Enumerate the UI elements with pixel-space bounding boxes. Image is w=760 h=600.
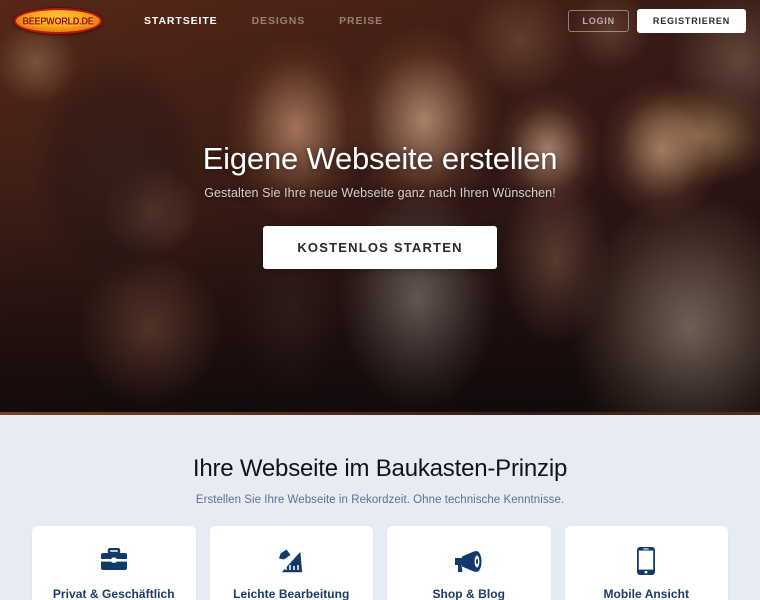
feature-card-shop-blog[interactable]: Shop & Blog	[387, 526, 551, 600]
beepworld-oval-logo[interactable]: BEEPWORLD.DE	[14, 8, 102, 34]
features-section: Ihre Webseite im Baukasten-Prinzip Erste…	[0, 415, 760, 600]
navbar: BEEPWORLD.DE STARTSEITE DESIGNS PREISE L…	[0, 0, 760, 42]
feature-card-label: Leichte Bearbeitung	[233, 587, 350, 600]
mobile-phone-icon	[636, 544, 656, 578]
feature-card-label: Mobile Ansicht	[603, 587, 690, 600]
login-button[interactable]: LOGIN	[568, 10, 629, 32]
kostenlos-starten-button[interactable]: KOSTENLOS STARTEN	[263, 226, 497, 270]
nav-item-preise[interactable]: PREISE	[339, 15, 383, 27]
hero-subtitle: Gestalten Sie Ihre neue Webseite ganz na…	[204, 186, 556, 201]
feature-card-label: Shop & Blog	[432, 587, 506, 600]
feature-card-list: Privat & Geschäftlich Leichte Bearbeitun…	[0, 526, 760, 600]
pencil-ruler-icon	[277, 544, 305, 578]
briefcase-icon	[100, 544, 128, 578]
landing-page: BEEPWORLD.DE STARTSEITE DESIGNS PREISE L…	[0, 0, 760, 600]
feature-card-mobile-ansicht[interactable]: Mobile Ansicht	[564, 526, 728, 600]
hero-title: Eigene Webseite erstellen	[202, 141, 558, 176]
register-button[interactable]: REGISTRIEREN	[636, 9, 746, 33]
features-subtitle: Erstellen Sie Ihre Webseite in Rekordzei…	[195, 494, 565, 506]
nav-links: STARTSEITE DESIGNS PREISE	[144, 15, 383, 27]
nav-item-startseite[interactable]: STARTSEITE	[144, 15, 218, 27]
nav-item-designs[interactable]: DESIGNS	[252, 15, 306, 27]
hero-content: Eigene Webseite erstellen Gestalten Sie …	[0, 0, 760, 415]
megaphone-icon	[453, 544, 485, 578]
logo-text: BEEPWORLD.DE	[22, 15, 94, 27]
feature-card-leichte-bearbeitung[interactable]: Leichte Bearbeitung	[209, 526, 373, 600]
hero-section: BEEPWORLD.DE STARTSEITE DESIGNS PREISE L…	[0, 0, 760, 415]
features-title: Ihre Webseite im Baukasten-Prinzip	[192, 455, 568, 482]
feature-card-privat-geschaeftlich[interactable]: Privat & Geschäftlich	[32, 526, 196, 600]
feature-card-label: Privat & Geschäftlich	[52, 587, 175, 600]
nav-auth-actions: LOGIN REGISTRIEREN	[568, 9, 746, 33]
